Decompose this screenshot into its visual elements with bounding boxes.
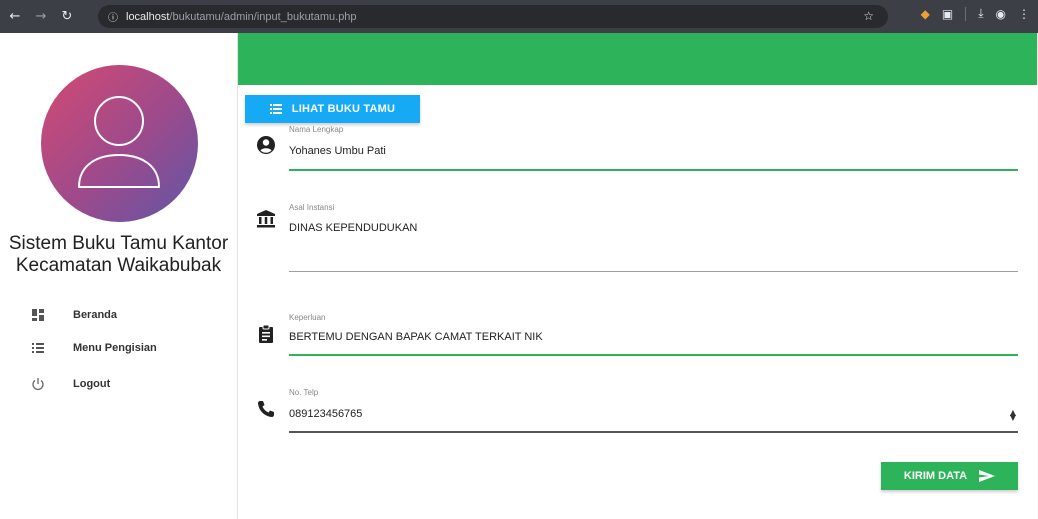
phone-field[interactable]: No. Telp 089123456765 ▲ ▼ xyxy=(289,388,1018,434)
number-spinner-icon[interactable]: ▲ ▼ xyxy=(1010,409,1016,422)
more-menu-icon[interactable]: ⋮ xyxy=(1018,7,1030,21)
institution-field-underline xyxy=(289,271,1018,272)
name-input[interactable]: Yohanes Umbu Pati xyxy=(289,145,989,157)
reload-icon[interactable]: ↻ xyxy=(56,6,78,28)
sidebar-item-label: Beranda xyxy=(73,309,118,321)
name-field-underline xyxy=(289,169,1018,171)
phone-icon xyxy=(258,401,274,417)
sidebar-item-beranda[interactable]: Beranda xyxy=(0,301,237,329)
toolbar-divider xyxy=(965,6,967,21)
url-host: localhost xyxy=(126,10,170,23)
back-icon[interactable]: ← xyxy=(4,6,26,28)
phone-input[interactable]: 089123456765 xyxy=(289,408,989,420)
list-icon xyxy=(269,104,282,114)
submit-data-button[interactable]: KIRIM DATA xyxy=(881,462,1018,490)
sidebar-item-menu-pengisian[interactable]: Menu Pengisian xyxy=(0,334,237,362)
account-icon xyxy=(257,136,275,154)
view-guestbook-label: LIHAT BUKU TAMU xyxy=(291,103,396,115)
extensions-area: ◆ ▣ ⤓ ◉ ⋮ xyxy=(921,6,1030,21)
user-outline-icon xyxy=(78,96,160,188)
institution-field[interactable]: Asal Instansi DINAS KEPENDUDUKAN xyxy=(289,203,1018,273)
list-icon xyxy=(32,343,44,353)
download-icon[interactable]: ⤓ xyxy=(978,6,983,21)
browser-toolbar: ← → ↻ ⓘ localhost/bukutamu/admin/input_b… xyxy=(0,0,1038,33)
forward-icon[interactable]: → xyxy=(30,6,52,28)
name-field-label: Nama Lengkap xyxy=(289,125,344,134)
page-header-bar xyxy=(238,33,1037,85)
address-bar[interactable]: ⓘ localhost/bukutamu/admin/input_bukutam… xyxy=(98,5,888,28)
profile-icon[interactable]: ◉ xyxy=(996,7,1006,21)
dashboard-icon xyxy=(32,309,44,321)
extension-icon[interactable]: ◆ xyxy=(921,7,930,21)
phone-field-underline xyxy=(289,431,1018,433)
send-icon xyxy=(979,470,996,482)
phone-field-label: No. Telp xyxy=(289,388,319,397)
url-path: /bukutamu/admin/input_bukutamu.php xyxy=(169,10,357,23)
purpose-field-underline xyxy=(289,354,1018,356)
sidebar: Sistem Buku Tamu Kantor Kecamatan Waikab… xyxy=(0,33,237,519)
view-guestbook-button[interactable]: LIHAT BUKU TAMU xyxy=(245,95,420,123)
sidebar-item-label: Logout xyxy=(73,378,111,390)
submit-data-label: KIRIM DATA xyxy=(903,470,968,482)
name-field[interactable]: Nama Lengkap Yohanes Umbu Pati xyxy=(289,125,1018,171)
sidebar-item-label: Menu Pengisian xyxy=(73,342,157,354)
bookmark-star-icon[interactable]: ☆ xyxy=(863,9,874,23)
avatar xyxy=(41,65,198,222)
site-info-icon[interactable]: ⓘ xyxy=(108,9,118,24)
purpose-field[interactable]: Keperluan BERTEMU DENGAN BAPAK CAMAT TER… xyxy=(289,313,1018,357)
site-title-line2: Kecamatan Waikabubak xyxy=(15,255,222,276)
main-content: LIHAT BUKU TAMU Nama Lengkap Yohanes Umb… xyxy=(237,33,1038,519)
sidebar-item-logout[interactable]: Logout xyxy=(0,370,237,398)
clipboard-icon xyxy=(259,324,273,343)
power-icon xyxy=(32,378,44,391)
purpose-input[interactable]: BERTEMU DENGAN BAPAK CAMAT TERKAIT NIK xyxy=(289,331,989,343)
purpose-field-label: Keperluan xyxy=(289,313,326,322)
puzzle-icon[interactable]: ▣ xyxy=(942,7,953,21)
site-title-line1: Sistem Buku Tamu Kantor xyxy=(8,233,229,254)
institution-field-label: Asal Instansi xyxy=(289,203,335,212)
bank-icon xyxy=(257,210,275,228)
site-title: Sistem Buku Tamu Kantor Kecamatan Waikab… xyxy=(0,233,237,277)
institution-input[interactable]: DINAS KEPENDUDUKAN xyxy=(289,222,989,234)
